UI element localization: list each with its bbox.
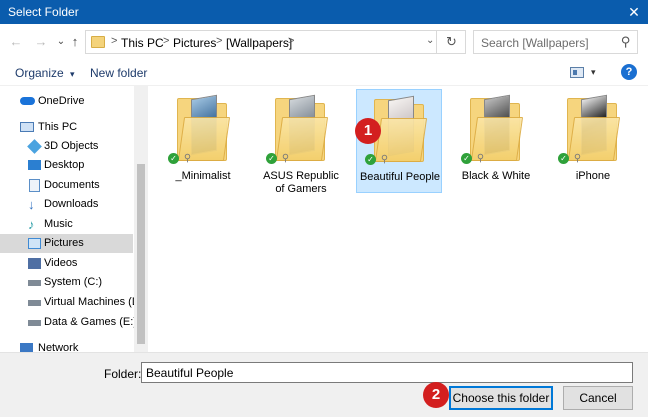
cloud-icon bbox=[20, 97, 35, 105]
shared-person-icon: ⚲ bbox=[476, 153, 485, 164]
sidebar-item-pictures[interactable]: Pictures bbox=[0, 234, 133, 253]
folder-name: Black & White bbox=[461, 170, 531, 182]
breadcrumb-separator: > bbox=[163, 35, 170, 47]
documents-icon bbox=[29, 179, 40, 192]
sidebar-item-label: Music bbox=[44, 218, 73, 230]
folder-label: Folder: bbox=[104, 367, 142, 381]
folder-name: Beautiful People bbox=[359, 171, 441, 183]
sidebar-item-virtual-machines-d[interactable]: Virtual Machines (D:) bbox=[0, 293, 147, 312]
folder-name: iPhone bbox=[575, 170, 611, 182]
navigation-bar: ← → ⌄ ↑ > This PC > Pictures > [Wallpape… bbox=[0, 24, 648, 60]
refresh-icon: ↻ bbox=[446, 34, 457, 49]
sidebar-scrollbar-thumb[interactable] bbox=[137, 164, 145, 344]
sidebar-scrollbar[interactable] bbox=[134, 86, 148, 361]
command-bar: Organize ▾ New folder ▾ ? bbox=[0, 60, 648, 86]
up-arrow-icon[interactable]: ↑ bbox=[66, 32, 84, 52]
search-icon[interactable]: ⚲ bbox=[621, 34, 631, 50]
download-icon: ↓ bbox=[28, 197, 35, 212]
annotation-badge-2: 2 bbox=[423, 382, 449, 408]
sidebar-item-3d-objects[interactable]: 3D Objects bbox=[0, 137, 133, 156]
sidebar-item-label: System (C:) bbox=[44, 276, 103, 288]
sidebar-item-data-games-e[interactable]: Data & Games (E:) bbox=[0, 313, 137, 332]
sidebar-item-desktop[interactable]: Desktop bbox=[0, 156, 133, 175]
drive-icon bbox=[28, 280, 41, 286]
sidebar-item-onedrive[interactable]: OneDrive bbox=[0, 92, 133, 111]
cancel-button[interactable]: Cancel bbox=[563, 386, 633, 410]
sync-check-icon: ✓ bbox=[461, 153, 472, 164]
folder-name: ASUS Republic of Gamers bbox=[263, 170, 339, 195]
sidebar-item-label: Desktop bbox=[44, 159, 85, 171]
breadcrumb-pictures[interactable]: Pictures bbox=[173, 36, 216, 50]
music-icon: ♪ bbox=[28, 217, 35, 232]
folder-item-asus-republic-of-gamers[interactable]: ✓ ⚲ ASUS Republic of Gamers bbox=[258, 89, 344, 195]
desktop-icon bbox=[28, 160, 41, 170]
folder-name: _Minimalist bbox=[175, 170, 231, 182]
search-placeholder: Search [Wallpapers] bbox=[481, 36, 589, 50]
sidebar-item-system-c[interactable]: System (C:) bbox=[0, 273, 133, 292]
sidebar-item-label: Documents bbox=[44, 179, 100, 191]
view-options-chevron-icon[interactable]: ▾ bbox=[591, 67, 596, 78]
videos-icon bbox=[28, 258, 41, 269]
help-icon[interactable]: ? bbox=[621, 64, 637, 80]
shared-person-icon: ⚲ bbox=[380, 154, 389, 165]
sidebar-item-music[interactable]: ♪ Music bbox=[0, 215, 133, 234]
navigation-pane: OneDrive This PC 3D Objects Desktop Docu… bbox=[0, 86, 148, 361]
sidebar-item-label: This PC bbox=[38, 121, 78, 133]
shared-person-icon: ⚲ bbox=[281, 153, 290, 164]
sidebar-item-videos[interactable]: Videos bbox=[0, 254, 133, 273]
sync-check-icon: ✓ bbox=[168, 153, 179, 164]
shared-person-icon: ⚲ bbox=[573, 153, 582, 164]
close-icon[interactable]: ✕ bbox=[620, 0, 648, 24]
sync-check-icon: ✓ bbox=[266, 153, 277, 164]
folder-item-iphone[interactable]: ✓ ⚲ iPhone bbox=[550, 89, 636, 193]
sidebar-item-label: Data & Games (E:) bbox=[44, 316, 137, 328]
shared-person-icon: ⚲ bbox=[183, 153, 192, 164]
sidebar-item-label: Virtual Machines (D:) bbox=[44, 296, 147, 308]
forward-arrow-icon[interactable]: → bbox=[32, 32, 50, 52]
sidebar-item-this-pc[interactable]: This PC bbox=[0, 118, 133, 137]
chevron-down-icon: ▾ bbox=[70, 69, 75, 79]
new-folder-button[interactable]: New folder bbox=[90, 66, 147, 80]
breadcrumb-wallpapers[interactable]: [Wallpapers] bbox=[226, 36, 292, 50]
sync-check-icon: ✓ bbox=[558, 153, 569, 164]
annotation-badge-1: 1 bbox=[355, 118, 381, 144]
sidebar-item-label: Videos bbox=[44, 257, 78, 269]
title-bar: Select Folder ✕ bbox=[0, 0, 648, 24]
sidebar-item-downloads[interactable]: ↓ Downloads bbox=[0, 195, 133, 214]
folder-item-minimalist[interactable]: ✓ ⚲ _Minimalist bbox=[160, 89, 246, 193]
pictures-icon bbox=[28, 238, 41, 249]
address-bar[interactable]: > This PC > Pictures > [Wallpapers] > ⌄ bbox=[85, 30, 466, 54]
sidebar-item-documents[interactable]: Documents bbox=[0, 176, 133, 195]
window-title: Select Folder bbox=[8, 5, 79, 19]
sidebar-item-label: Downloads bbox=[44, 198, 99, 210]
computer-icon bbox=[20, 122, 34, 132]
folder-name-input[interactable] bbox=[141, 362, 633, 383]
breadcrumb-separator: > bbox=[288, 35, 295, 47]
dialog-footer: Folder: Choose this folder Cancel bbox=[0, 352, 648, 417]
breadcrumb-separator: > bbox=[216, 35, 223, 47]
sidebar-item-label: OneDrive bbox=[38, 95, 85, 107]
drive-icon bbox=[28, 320, 41, 326]
view-options-icon[interactable] bbox=[570, 67, 584, 78]
cube-icon bbox=[27, 139, 42, 154]
folder-view: ✓ ⚲ _Minimalist ✓ ⚲ ASUS Republic of Gam… bbox=[150, 86, 648, 361]
drive-icon bbox=[28, 300, 41, 306]
address-history-chevron-icon[interactable]: ⌄ bbox=[426, 35, 434, 46]
back-arrow-icon[interactable]: ← bbox=[7, 32, 25, 52]
sidebar-item-label: Pictures bbox=[44, 237, 84, 249]
sidebar-item-label: 3D Objects bbox=[44, 140, 99, 152]
folder-icon bbox=[91, 36, 105, 48]
search-box[interactable]: Search [Wallpapers] ⚲ bbox=[473, 30, 638, 54]
refresh-button[interactable]: ↻ bbox=[436, 30, 466, 54]
breadcrumb-this-pc[interactable]: This PC bbox=[121, 36, 164, 50]
sync-check-icon: ✓ bbox=[365, 154, 376, 165]
folder-item-black-white[interactable]: ✓ ⚲ Black & White bbox=[453, 89, 539, 193]
organize-button[interactable]: Organize ▾ bbox=[15, 66, 75, 80]
choose-this-folder-button[interactable]: Choose this folder bbox=[449, 386, 553, 410]
breadcrumb-separator: > bbox=[111, 35, 118, 47]
organize-label: Organize bbox=[15, 66, 64, 80]
